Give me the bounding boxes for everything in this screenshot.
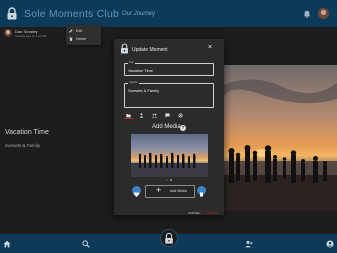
moment-caption: Sunsets & Family — [5, 143, 41, 148]
lock-logo-icon — [121, 43, 128, 54]
trash-icon — [69, 37, 73, 41]
add-media-heading: Add Media — [152, 124, 181, 130]
media-preview[interactable] — [131, 134, 208, 177]
moments-center-button[interactable] — [160, 229, 178, 247]
people-icon[interactable] — [139, 113, 144, 118]
update-button[interactable]: UPDATE — [206, 211, 218, 215]
media-type-toolbar — [126, 113, 212, 119]
menu-item-delete[interactable]: Delete — [69, 37, 86, 41]
app-subtitle: Our Journey — [122, 11, 156, 17]
plus-icon: + — [156, 185, 162, 195]
help-icon[interactable]: ? — [180, 125, 186, 131]
bell-icon[interactable] — [303, 10, 311, 18]
home-icon[interactable] — [3, 240, 11, 248]
profile-icon[interactable] — [326, 240, 334, 248]
settings-icon[interactable] — [178, 113, 183, 118]
pencil-icon — [69, 29, 73, 33]
update-moment-dialog: Update Moment × Title Vacation Time Capt… — [114, 39, 224, 215]
group-icon[interactable] — [152, 113, 157, 118]
title-field[interactable]: Title Vacation Time — [124, 61, 214, 76]
dialog-title: Update Moment — [132, 47, 168, 53]
active-tab-indicator — [124, 118, 134, 119]
moment-title: Vacation Time — [5, 129, 49, 136]
sunset-beach-image — [223, 65, 337, 211]
post-context-menu: Edit Delete — [66, 25, 101, 45]
app-name: Sole Moments Club — [24, 8, 120, 20]
heart-icon — [133, 192, 140, 197]
upload-icon — [200, 192, 203, 197]
search-icon[interactable] — [82, 240, 90, 248]
top-app-bar: Sole Moments Club Our Journey — [0, 0, 337, 27]
post-author-avatar — [4, 29, 12, 37]
upload-button[interactable] — [197, 186, 206, 197]
carousel-indicator — [166, 179, 172, 181]
add-person-icon[interactable] — [245, 240, 253, 248]
caption-field-value: Sunsets & Family — [128, 88, 160, 93]
menu-item-edit-label: Edit — [76, 29, 83, 33]
post-timestamp: Sunday ago at 4:42 PM — [15, 34, 47, 38]
moment-photo[interactable] — [223, 65, 337, 211]
moments-lock-icon — [165, 232, 173, 244]
title-field-value: Vacation Time — [128, 67, 154, 73]
like-button[interactable] — [132, 186, 141, 197]
caption-field[interactable]: Caption Sunsets & Family — [124, 81, 214, 108]
menu-item-edit[interactable]: Edit — [69, 29, 82, 33]
caption-field-label: Caption — [128, 81, 139, 84]
user-avatar[interactable] — [318, 8, 329, 19]
lock-logo-icon — [7, 7, 17, 20]
sunset-beach-thumbnail — [131, 134, 208, 177]
comment-icon[interactable] — [165, 113, 170, 118]
title-field-label: Title — [128, 61, 135, 64]
close-icon[interactable]: × — [208, 44, 212, 51]
cancel-button[interactable]: CANCEL — [188, 211, 200, 215]
add-media-button-label: Add Media — [170, 189, 187, 193]
add-media-button[interactable]: + Add Media — [145, 185, 195, 198]
menu-item-delete-label: Delete — [76, 37, 87, 41]
